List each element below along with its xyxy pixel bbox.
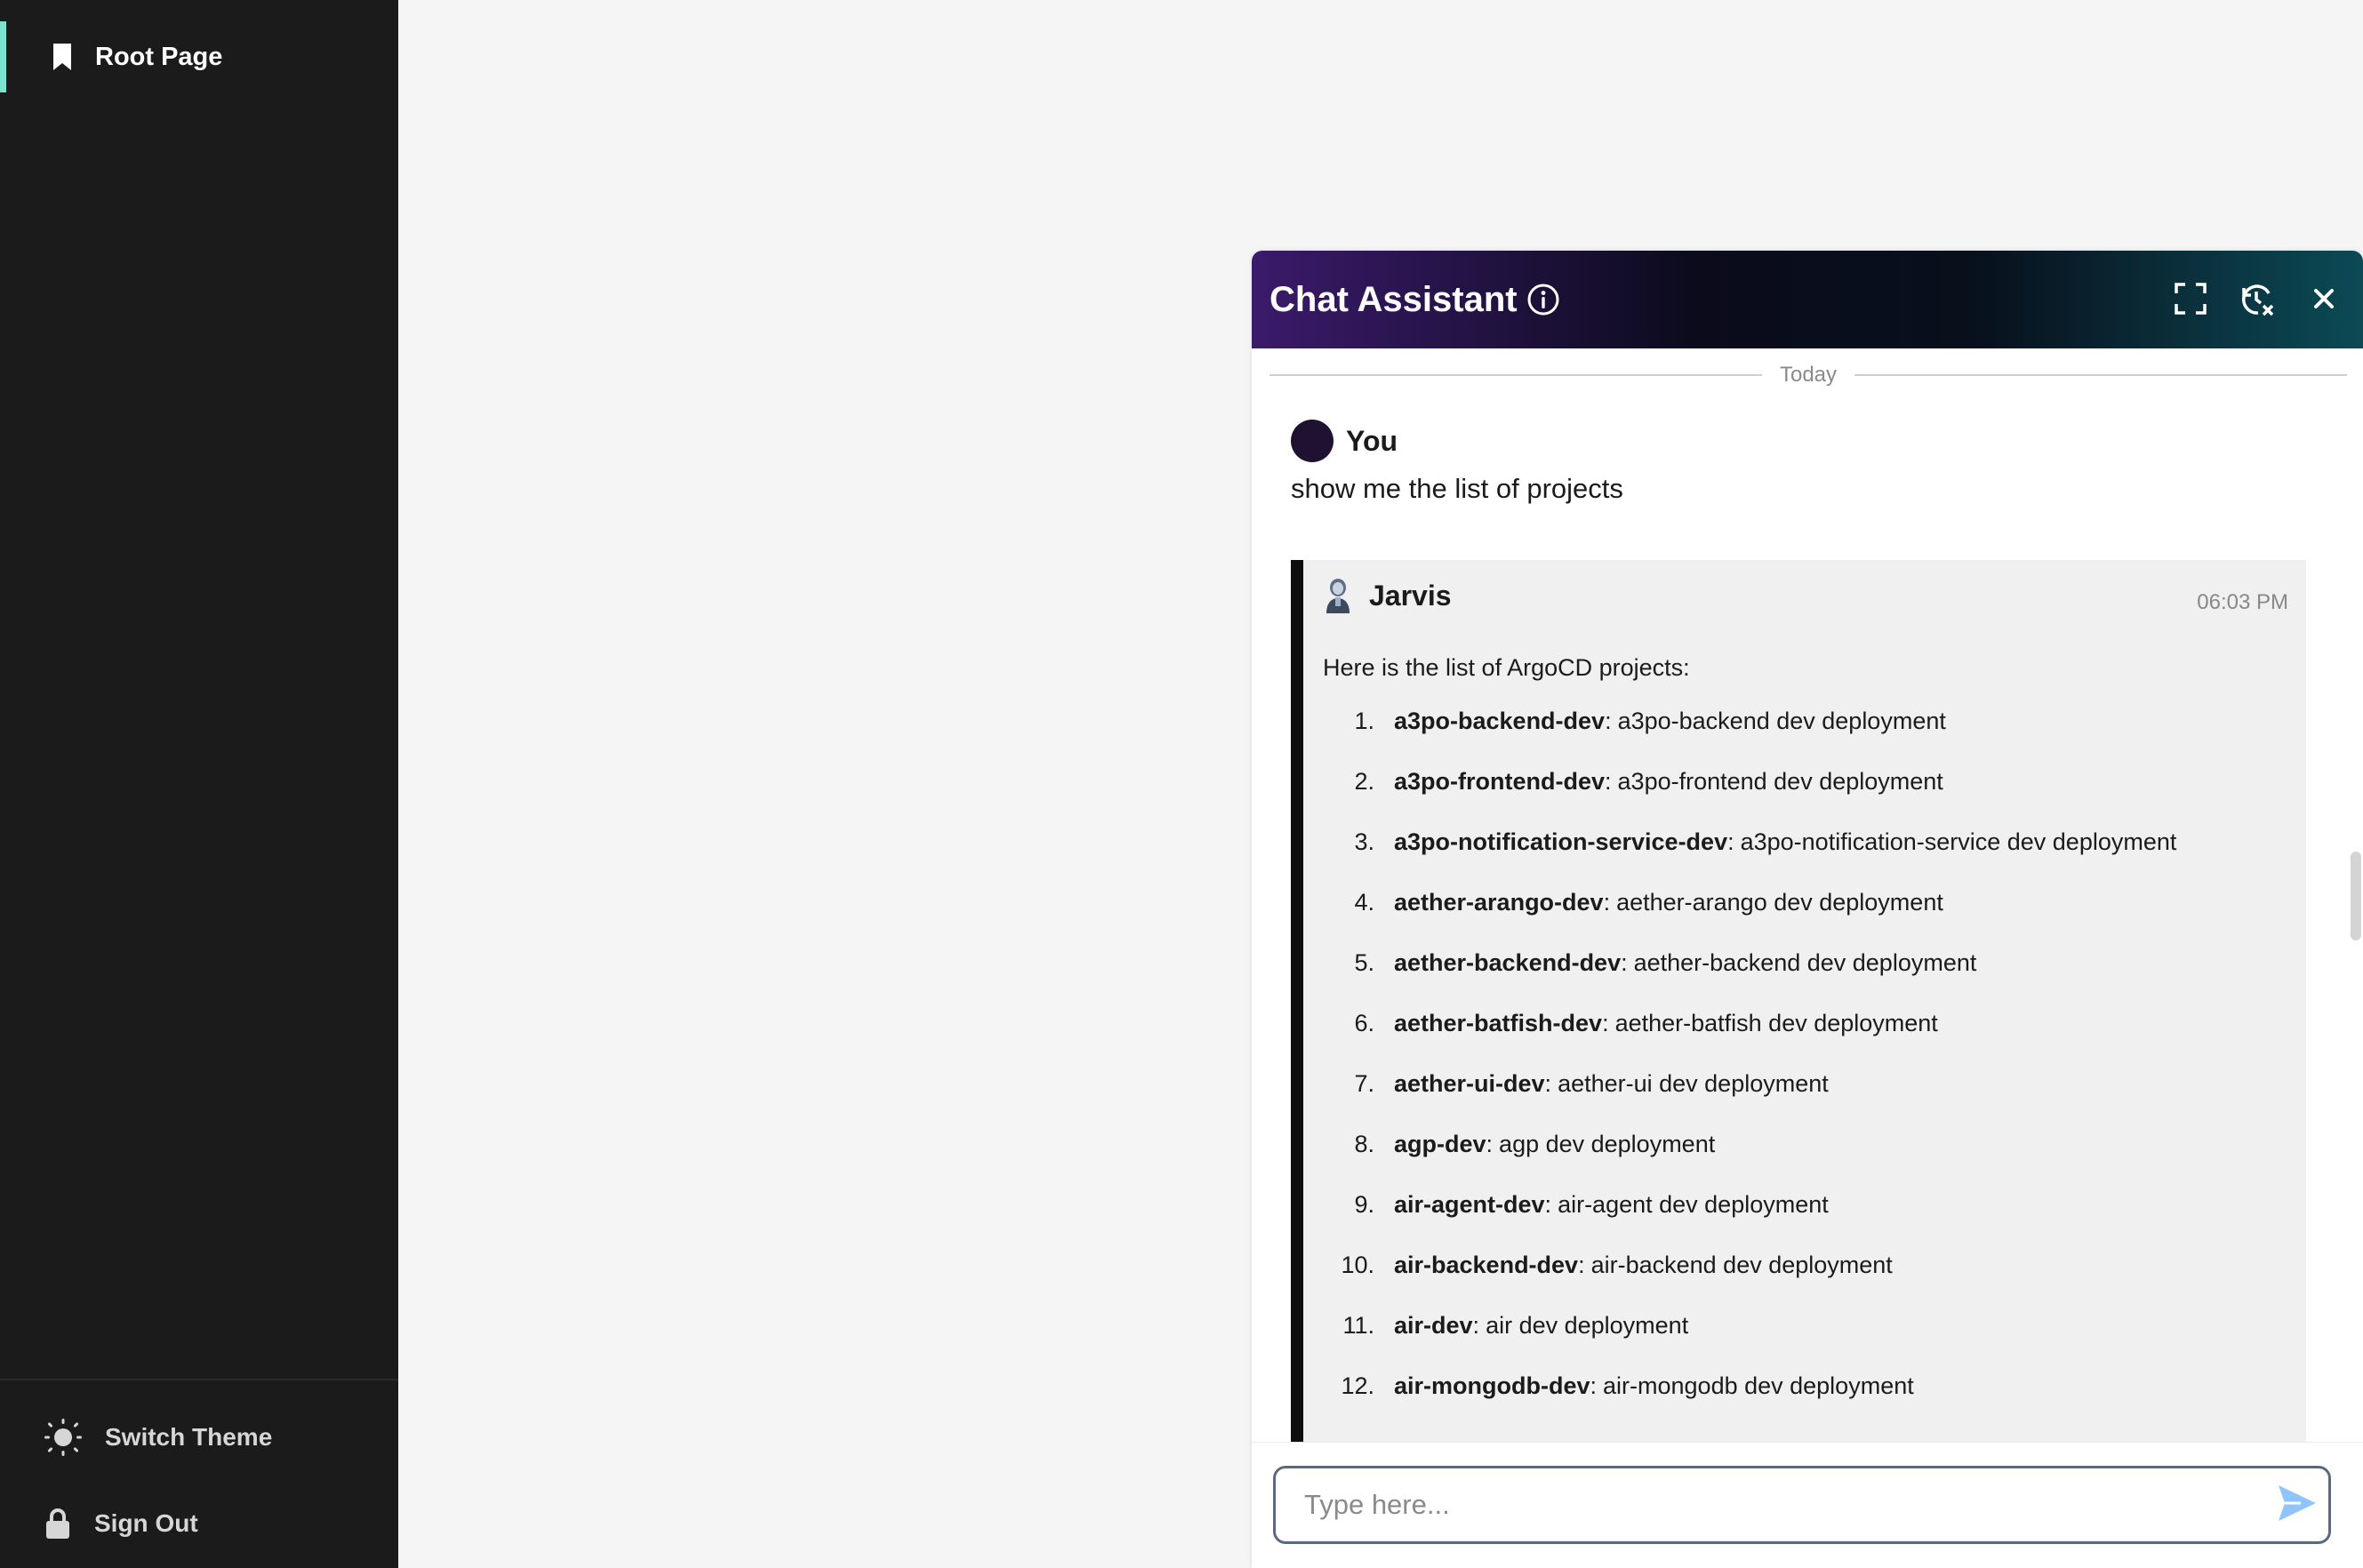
project-name: a3po-frontend-dev: [1394, 768, 1606, 795]
project-name: air-dev: [1394, 1312, 1473, 1339]
list-item: 10. air-backend-dev: air-backend dev deplo…: [1341, 1252, 1893, 1278]
project-name: aether-backend-dev: [1394, 949, 1622, 976]
project-name: a3po-notification-service-dev: [1394, 828, 1728, 855]
project-name: air-mongodb-dev: [1394, 1372, 1590, 1399]
bot-message-intro: Here is the list of ArgoCD projects:: [1323, 654, 1690, 681]
project-description: air-backend dev deployment: [1590, 1252, 1893, 1278]
sign-out-label: Sign Out: [94, 1509, 198, 1537]
project-description: air dev deployment: [1486, 1312, 1689, 1339]
project-description: aether-arango dev deployment: [1616, 889, 1943, 916]
project-description: air-mongodb dev deployment: [1603, 1372, 1914, 1399]
message-timestamp: 06:03 PM: [2197, 590, 2288, 614]
list-item: 2. a3po-frontend-dev: a3po-frontend dev de…: [1354, 768, 1943, 795]
lock-icon: [44, 1508, 71, 1540]
user-sender-name: You: [1346, 424, 1398, 457]
user-message: You show me the list of projects: [1291, 420, 1623, 505]
chat-messages[interactable]: Today You show me the list of projects J…: [1252, 348, 2363, 1442]
chat-panel: Chat Assistant Today You show me the lis…: [1252, 251, 2363, 1568]
project-name: aether-ui-dev: [1394, 1070, 1545, 1097]
send-icon[interactable]: [2276, 1482, 2319, 1524]
list-item: 5. aether-backend-dev: aether-backend dev …: [1354, 949, 1977, 976]
list-item: 8. agp-dev: agp dev deployment: [1354, 1131, 1716, 1157]
clear-history-icon[interactable]: [2239, 281, 2276, 318]
project-name: aether-arango-dev: [1394, 889, 1604, 916]
project-name: aether-batfish-dev: [1394, 1010, 1603, 1036]
list-item: 12. air-mongodb-dev: air-mongodb dev deplo…: [1341, 1372, 1914, 1399]
info-icon[interactable]: [1526, 283, 1560, 316]
project-description: aether-backend dev deployment: [1633, 949, 1977, 976]
list-item: 11. air-dev: air dev deployment: [1342, 1312, 1689, 1339]
sidebar-item-label: Root Page: [95, 42, 223, 71]
user-message-text: show me the list of projects: [1291, 473, 1623, 504]
bot-sender-name: Jarvis: [1369, 579, 1452, 612]
list-item: 1. a3po-backend-dev: a3po-backend dev depl…: [1354, 708, 1946, 734]
chat-scrollbar[interactable]: [2351, 852, 2361, 940]
bot-avatar-icon: [1323, 578, 1353, 613]
project-description: aether-batfish dev deployment: [1614, 1010, 1938, 1036]
project-description: aether-ui dev deployment: [1558, 1070, 1829, 1097]
list-item: 4. aether-arango-dev: aether-arango dev de…: [1354, 889, 1943, 916]
project-name: a3po-backend-dev: [1394, 708, 1606, 734]
fullscreen-icon[interactable]: [2173, 281, 2208, 316]
bookmark-icon: [51, 43, 74, 71]
avatar: [1291, 420, 1334, 462]
project-description: a3po-notification-service dev deployment: [1740, 828, 2177, 855]
switch-theme-label: Switch Theme: [105, 1423, 273, 1451]
list-item: 7. aether-ui-dev: aether-ui dev deployment: [1354, 1070, 1829, 1097]
date-separator: Today: [1270, 357, 2348, 393]
sun-icon: [44, 1419, 82, 1456]
list-item: 6. aether-batfish-dev: aether-batfish dev …: [1354, 1010, 1938, 1036]
sidebar-item-root-page[interactable]: Root Page: [0, 21, 398, 92]
project-description: a3po-backend dev deployment: [1617, 708, 1946, 734]
sign-out-button[interactable]: Sign Out: [44, 1508, 198, 1540]
date-separator-label: Today: [1779, 363, 1838, 387]
project-description: a3po-frontend dev deployment: [1617, 768, 1943, 795]
close-icon[interactable]: [2310, 284, 2338, 313]
bot-message: Jarvis 06:03 PM Here is the list of Argo…: [1291, 560, 2306, 1442]
project-name: air-agent-dev: [1394, 1191, 1545, 1218]
chat-input-area: [1252, 1442, 2363, 1568]
chat-title: Chat Assistant: [1270, 279, 1518, 319]
project-list: 1. a3po-backend-dev: a3po-backend dev depl…: [1323, 708, 2176, 1433]
switch-theme-button[interactable]: Switch Theme: [44, 1419, 272, 1456]
list-item: 9. air-agent-dev: air-agent dev deployment: [1354, 1191, 1829, 1218]
project-name: agp-dev: [1394, 1131, 1486, 1157]
sidebar-divider: [0, 1379, 398, 1380]
sidebar: Root Page Switch Theme Sign Out: [0, 0, 398, 1568]
project-description: air-agent dev deployment: [1558, 1191, 1829, 1218]
chat-header: Chat Assistant: [1252, 251, 2363, 348]
chat-input[interactable]: [1273, 1466, 2331, 1544]
project-name: air-backend-dev: [1394, 1252, 1579, 1278]
project-description: agp dev deployment: [1499, 1131, 1716, 1157]
list-item: 3. a3po-notification-service-dev: a3po-not…: [1354, 828, 2177, 855]
